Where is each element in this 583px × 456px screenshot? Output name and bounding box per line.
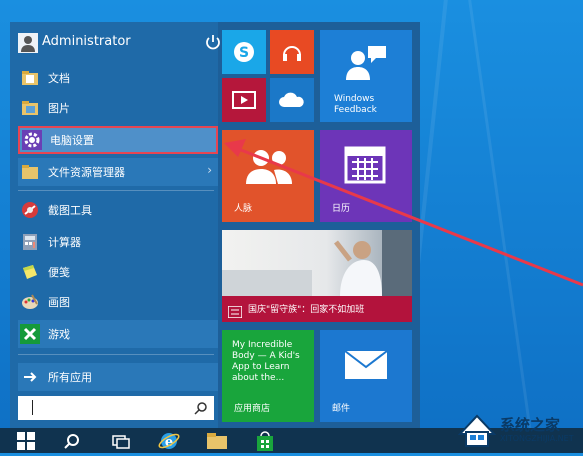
annotation-arrow bbox=[224, 139, 583, 287]
taskbar-search-button[interactable] bbox=[50, 428, 92, 453]
watermark-subtitle: XITONGZHIJIA.NET bbox=[500, 434, 574, 443]
internet-explorer-icon: e bbox=[158, 430, 180, 456]
site-watermark: 系统之家 XITONGZHIJIA.NET bbox=[440, 410, 583, 453]
taskbar-explorer-button[interactable] bbox=[196, 428, 238, 453]
store-bag-icon bbox=[254, 430, 276, 456]
task-view-button[interactable] bbox=[100, 428, 142, 453]
folder-icon bbox=[206, 432, 228, 454]
task-view-icon bbox=[112, 434, 130, 453]
watermark-title: 系统之家 bbox=[500, 416, 561, 434]
taskbar-ie-button[interactable]: e bbox=[148, 428, 190, 453]
watermark-logo-icon bbox=[457, 414, 497, 452]
windows-logo-icon bbox=[17, 432, 35, 454]
search-icon bbox=[64, 433, 80, 453]
taskbar-store-button[interactable] bbox=[244, 428, 286, 453]
start-button[interactable] bbox=[4, 428, 46, 453]
